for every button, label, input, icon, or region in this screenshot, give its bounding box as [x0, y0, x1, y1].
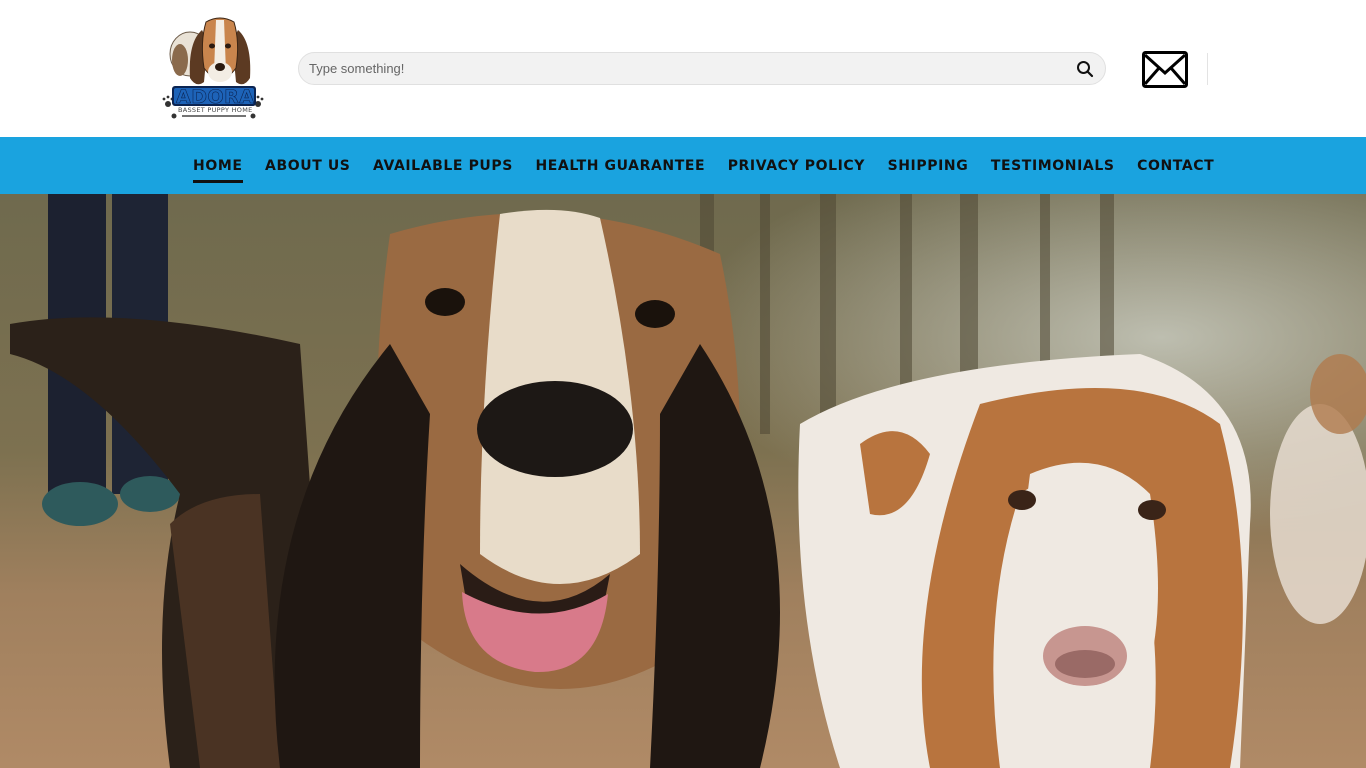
nav-item-available-pups[interactable]: AVAILABLE PUPS: [373, 158, 513, 174]
search-icon: [1077, 61, 1094, 78]
search-button[interactable]: [1073, 57, 1097, 81]
main-navigation: HOME ABOUT US AVAILABLE PUPS HEALTH GUAR…: [0, 137, 1366, 194]
logo-tagline: BASSET PUPPY HOME: [178, 106, 253, 114]
search-form: [298, 52, 1106, 85]
nav-item-about-us[interactable]: ABOUT US: [265, 158, 350, 174]
nav-item-testimonials[interactable]: TESTIMONIALS: [991, 158, 1115, 174]
header-divider: [1207, 53, 1208, 85]
nav-list: HOME ABOUT US AVAILABLE PUPS HEALTH GUAR…: [193, 137, 1237, 194]
nav-item-home[interactable]: HOME: [193, 158, 243, 183]
site-header: ADORA BASSET PUPPY HOME: [0, 0, 1366, 137]
nav-item-health-guarantee[interactable]: HEALTH GUARANTEE: [535, 158, 705, 174]
contact-email-link[interactable]: [1142, 51, 1188, 88]
search-input[interactable]: [309, 53, 1049, 84]
nav-item-contact[interactable]: CONTACT: [1137, 158, 1214, 174]
envelope-icon: [1142, 51, 1188, 88]
hero-image: [0, 194, 1366, 768]
nav-item-privacy-policy[interactable]: PRIVACY POLICY: [728, 158, 865, 174]
logo-brand-name: ADORA: [176, 86, 255, 109]
basset-hounds-photo: [0, 194, 1366, 768]
nav-item-shipping[interactable]: SHIPPING: [888, 158, 969, 174]
